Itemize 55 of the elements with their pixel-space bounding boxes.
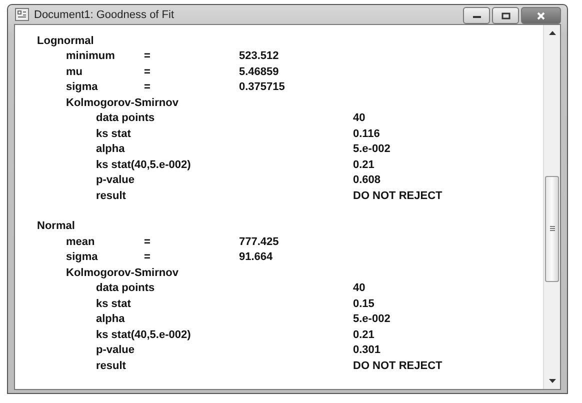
parameter-label: sigma (66, 80, 99, 96)
statistic-label: alpha (96, 312, 126, 328)
test-heading: Kolmogorov-Smirnov (65, 96, 180, 111)
parameter-value: 523.512 (239, 49, 279, 64)
equals-sign: = (144, 250, 152, 266)
minimize-button[interactable] (463, 7, 490, 24)
vertical-scrollbar[interactable] (543, 25, 560, 390)
section-heading: Lognormal (37, 34, 95, 49)
statistic-label: data points (96, 281, 156, 296)
parameter-label: mu (66, 64, 84, 80)
close-icon (536, 12, 546, 20)
equals-sign: = (144, 64, 152, 80)
scroll-thumb[interactable] (545, 176, 559, 282)
statistic-value: 5.e-002 (353, 312, 390, 328)
maximize-icon (500, 12, 510, 20)
statistic-label: result (96, 188, 127, 204)
parameter-value: 5.46859 (239, 64, 279, 80)
statistic-label: result (96, 358, 127, 374)
statistic-label: data points (96, 111, 156, 126)
scroll-down-icon[interactable] (548, 379, 556, 384)
statistic-value: DO NOT REJECT (353, 188, 442, 204)
statistic-value: 0.21 (353, 328, 374, 343)
statistic-label: ks stat (96, 296, 132, 312)
test-heading: Kolmogorov-Smirnov (65, 266, 180, 281)
parameter-value: 777.425 (239, 234, 279, 250)
statistic-label: ks stat (96, 126, 132, 142)
statistic-value: 40 (353, 111, 366, 126)
maximize-button[interactable] (492, 7, 519, 24)
statistic-value: 0.15 (353, 296, 374, 312)
parameter-value: 91.664 (239, 250, 273, 266)
document-icon (15, 8, 29, 21)
statistic-label: p-value (96, 343, 136, 358)
statistic-value: 5.e-002 (353, 142, 390, 158)
statistic-value: 0.21 (353, 158, 374, 173)
close-button[interactable] (521, 7, 561, 24)
section-heading: Normal (37, 219, 76, 234)
equals-sign: = (144, 234, 152, 250)
statistic-label: alpha (96, 142, 126, 158)
scroll-up-icon[interactable] (548, 31, 556, 35)
statistic-value: 0.116 (353, 126, 380, 142)
equals-sign: = (144, 49, 152, 64)
statistic-label: p-value (96, 173, 136, 188)
parameter-value: 0.375715 (239, 80, 285, 96)
statistic-label: ks stat(40,5.e-002) (96, 328, 192, 343)
statistic-value: 0.301 (353, 343, 381, 358)
statistic-label: ks stat(40,5.e-002) (96, 158, 192, 173)
parameter-label: sigma (66, 250, 99, 266)
statistic-value: 40 (353, 281, 366, 296)
parameter-label: mean (66, 234, 96, 250)
statistic-value: DO NOT REJECT (353, 358, 442, 374)
parameter-label: minimum (66, 49, 116, 64)
statistic-value: 0.608 (353, 173, 381, 188)
window-title: Document1: Goodness of Fit (34, 8, 176, 20)
grip-icon (550, 226, 554, 232)
equals-sign: = (144, 80, 152, 96)
